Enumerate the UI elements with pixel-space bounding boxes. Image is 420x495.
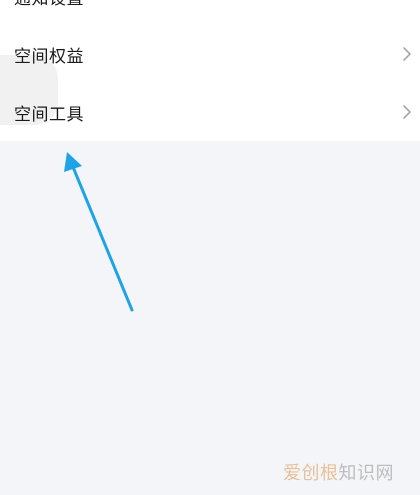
settings-list: 通知设置 空间权益 空间工具 [0,0,420,141]
watermark-suffix: 知识网 [338,463,394,484]
watermark-brand: 爱创根 [283,463,339,484]
annotation-arrow-head [64,152,82,172]
settings-item-space-tools[interactable]: 空间工具 [0,83,420,141]
chevron-right-icon [403,105,411,119]
settings-item-notifications[interactable]: 通知设置 [0,0,420,25]
watermark: 爱创根知识网 [283,459,394,485]
settings-item-label: 通知设置 [14,0,84,9]
annotation-arrow-shaft [71,165,134,312]
settings-item-space-benefits[interactable]: 空间权益 [0,25,420,83]
chevron-right-icon [403,47,411,61]
settings-item-label: 空间工具 [14,104,84,124]
settings-item-label: 空间权益 [14,46,84,66]
